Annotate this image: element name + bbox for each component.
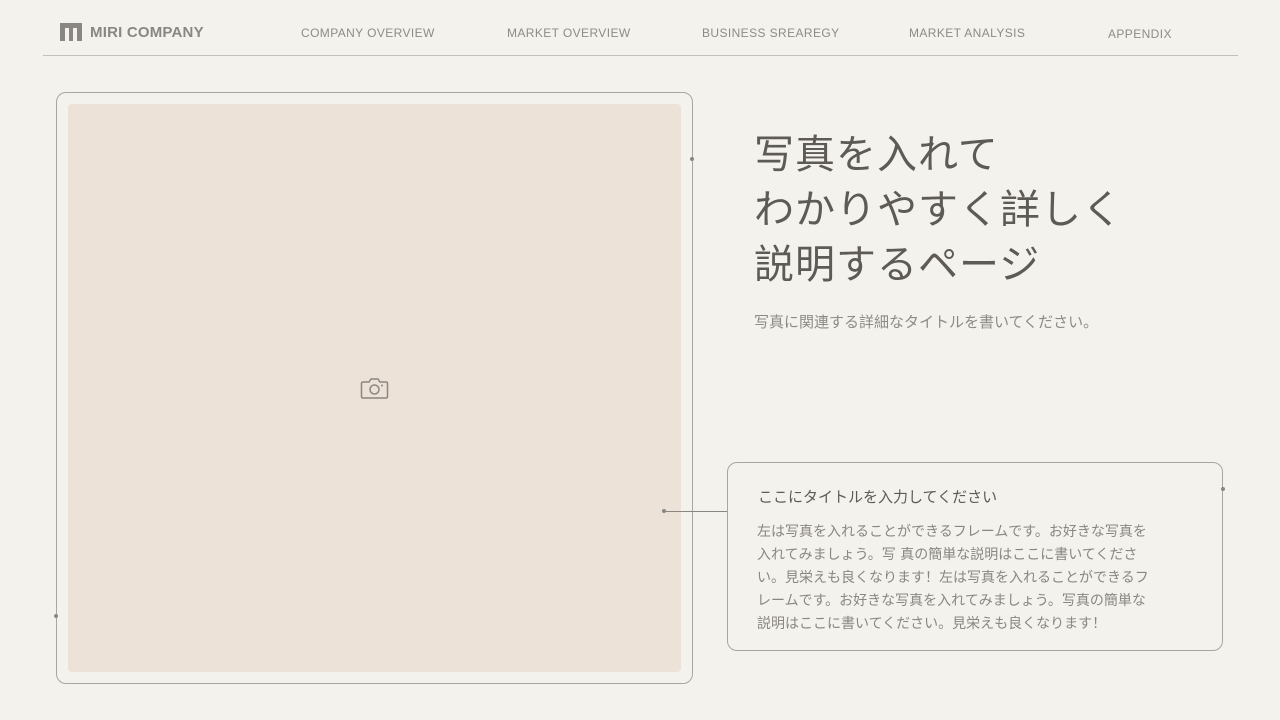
company-name: MIRI COMPANY bbox=[90, 23, 204, 41]
description-title: ここにタイトルを入力してください bbox=[758, 488, 998, 506]
page-title-line-1: 写真を入れて bbox=[754, 132, 999, 178]
nav-market-analysis[interactable]: MARKET ANALYSIS bbox=[909, 26, 1025, 40]
logo-mark-icon bbox=[60, 23, 82, 41]
description-line-3: い。見栄えも良くなります！左は写真を入れることができるフ bbox=[757, 570, 1149, 586]
description-line-4: レームです。お好きな写真を入れてみましょう。写真の簡単な bbox=[757, 593, 1146, 609]
nav-business-strategy[interactable]: BUSINESS SREAREGY bbox=[702, 26, 840, 40]
frame-dot-bottom-left bbox=[54, 614, 58, 618]
connector-line bbox=[664, 511, 727, 512]
description-body: 左は写真を入れることができるフレームです。お好きな写真を 入れてみましょう。写 … bbox=[757, 521, 1187, 636]
nav-market-overview[interactable]: MARKET OVERVIEW bbox=[507, 26, 631, 40]
nav-company-overview[interactable]: COMPANY OVERVIEW bbox=[301, 26, 435, 40]
logo[interactable]: MIRI COMPANY bbox=[60, 23, 204, 41]
page-title-line-3: 説明するページ bbox=[754, 242, 1041, 288]
description-line-1: 左は写真を入れることができるフレームです。お好きな写真を bbox=[757, 524, 1147, 540]
header-bar: MIRI COMPANY COMPANY OVERVIEW MARKET OVE… bbox=[43, 0, 1238, 56]
camera-icon[interactable] bbox=[360, 376, 389, 400]
nav-appendix[interactable]: APPENDIX bbox=[1108, 27, 1172, 41]
desc-box-dot bbox=[1221, 487, 1225, 491]
page-title-line-2: わかりやすく詳しく bbox=[754, 187, 1123, 233]
page-subtitle: 写真に関連する詳細なタイトルを書いてください。 bbox=[754, 313, 1099, 331]
description-line-2: 入れてみましょう。写 真の簡単な説明はここに書いてくださ bbox=[757, 547, 1138, 563]
description-line-5: 説明はここに書いてください。見栄えも良くなります！ bbox=[757, 616, 1107, 632]
frame-dot-top-right bbox=[690, 157, 694, 161]
page-title: 写真を入れて わかりやすく詳しく 説明するページ bbox=[754, 128, 1123, 293]
